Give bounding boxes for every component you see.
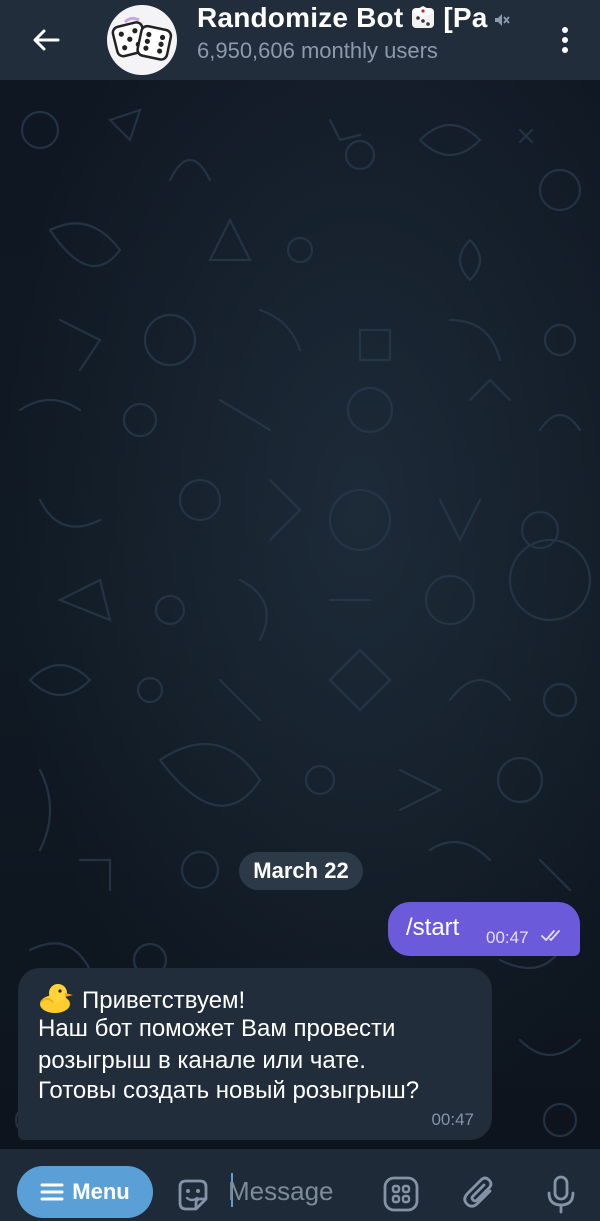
bot-commands-icon [383,1176,419,1212]
message-input-bar: Menu [0,1149,600,1221]
date-separator: March 22 [239,852,363,890]
chat-title-text: Randomize Bot [197,2,404,33]
bot-commands-button[interactable] [378,1171,424,1217]
back-button[interactable] [0,0,92,80]
more-vertical-icon [562,27,568,53]
attach-button[interactable] [458,1171,504,1217]
duck-emoji-icon [40,984,73,1013]
chat-title-suffix: [Pa [443,2,488,33]
bot-avatar-dice [111,16,173,61]
microphone-icon [547,1175,575,1214]
attach-icon [463,1176,493,1208]
message-input[interactable] [228,1171,368,1211]
chat-title: Randomize Bot [Pa [197,2,510,38]
hamburger-icon [40,1183,64,1201]
incoming-message-time: 00:47 [431,1110,474,1129]
bot-avatar[interactable] [107,5,177,75]
back-arrow-icon [33,29,60,51]
incoming-text-line-1: Приветствуем! [82,987,246,1014]
menu-button-label: Menu [72,1179,130,1204]
incoming-text-line-3: розыгрыш в канале или чате. [38,1047,366,1074]
incoming-message[interactable]: Приветствуем! Наш бот поможет Вам провес… [18,968,492,1140]
bot-menu-button[interactable]: Menu [17,1166,153,1218]
mute-icon [494,14,510,26]
outgoing-message[interactable]: /start 00:47 [388,902,580,956]
chat-header: Randomize Bot [Pa 6,950,606 monthly user… [0,0,600,80]
voice-message-button[interactable] [538,1171,584,1217]
chat-area[interactable]: March 22 /start 00:47 Приветствуем! Наш … [0,80,600,1149]
sticker-icon [178,1179,208,1211]
double-check-icon [541,930,560,941]
outgoing-message-text: /start [406,914,460,941]
more-options-button[interactable] [530,0,600,80]
incoming-text-line-2: Наш бот поможет Вам провести [38,1015,396,1042]
sticker-button[interactable] [170,1171,216,1217]
incoming-text-line-4: Готовы создать новый розыгрыш? [38,1077,420,1104]
dice-emoji-icon [412,6,435,28]
chat-title-block[interactable]: Randomize Bot [Pa 6,950,606 monthly user… [197,0,530,80]
chat-subtitle: 6,950,606 monthly users [197,38,438,63]
outgoing-message-time: 00:47 [486,928,529,947]
